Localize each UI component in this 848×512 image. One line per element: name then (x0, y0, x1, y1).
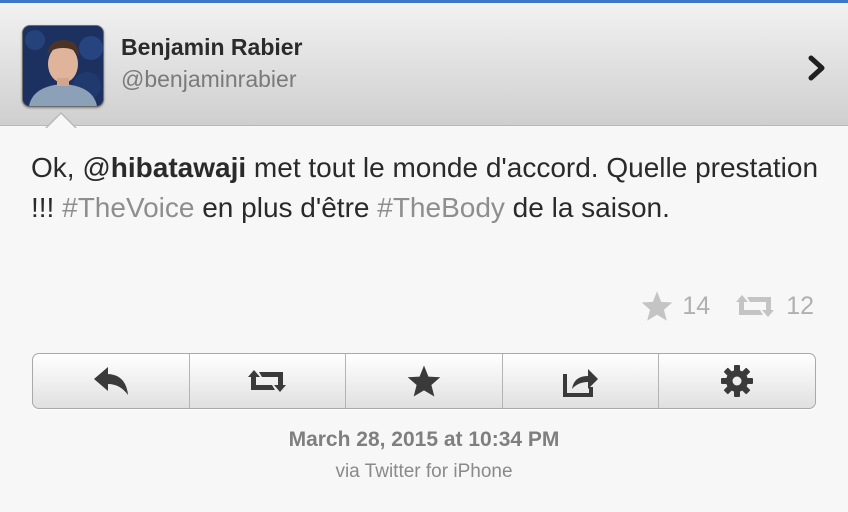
mention-name: hibatawaji (110, 152, 247, 183)
tweet-timestamp: March 28, 2015 at 10:34 PM (288, 428, 560, 451)
star-count-icon (642, 291, 673, 321)
share-icon (562, 369, 598, 397)
tweet-text-segment: en plus d'être (194, 192, 378, 223)
hashtag-link-thevoice[interactable]: #TheVoice (62, 192, 194, 223)
reply-button[interactable] (33, 354, 190, 408)
mention-at: @ (82, 152, 111, 183)
tweet-actions-toolbar (32, 353, 816, 409)
retweet-icon (248, 370, 287, 392)
user-handle: @benjaminrabier (121, 66, 297, 92)
tweet-stats: 14 12 (640, 290, 814, 322)
user-name: Benjamin Rabier (121, 34, 303, 60)
reply-icon (93, 367, 128, 395)
settings-button[interactable] (659, 354, 815, 408)
tweet-detail-view: Benjamin Rabier @benjaminrabier Ok, @hib… (0, 0, 848, 512)
mention-link[interactable]: @hibatawaji (82, 152, 246, 183)
avatar[interactable] (22, 25, 104, 107)
favorite-icon (407, 365, 441, 397)
chevron-right-icon[interactable] (806, 55, 828, 81)
retweet-button[interactable] (190, 354, 347, 408)
share-button[interactable] (503, 354, 660, 408)
avatar-image (23, 26, 103, 106)
favorite-button[interactable] (346, 354, 503, 408)
profile-header[interactable]: Benjamin Rabier @benjaminrabier (0, 3, 848, 126)
tweet-text-segment: de la saison. (504, 192, 670, 223)
hashtag-link-thebody[interactable]: #TheBody (377, 192, 505, 223)
settings-icon (721, 365, 754, 397)
header-pointer-fill (46, 114, 76, 129)
retweet-count-icon (736, 295, 775, 317)
tweet-text-segment: Ok, (31, 152, 83, 183)
tweet-text: Ok, @hibatawaji met tout le monde d'acco… (31, 148, 821, 228)
favorites-count: 14 (682, 291, 711, 320)
retweets-count: 12 (786, 291, 814, 320)
tweet-source: via Twitter for iPhone (335, 461, 513, 482)
